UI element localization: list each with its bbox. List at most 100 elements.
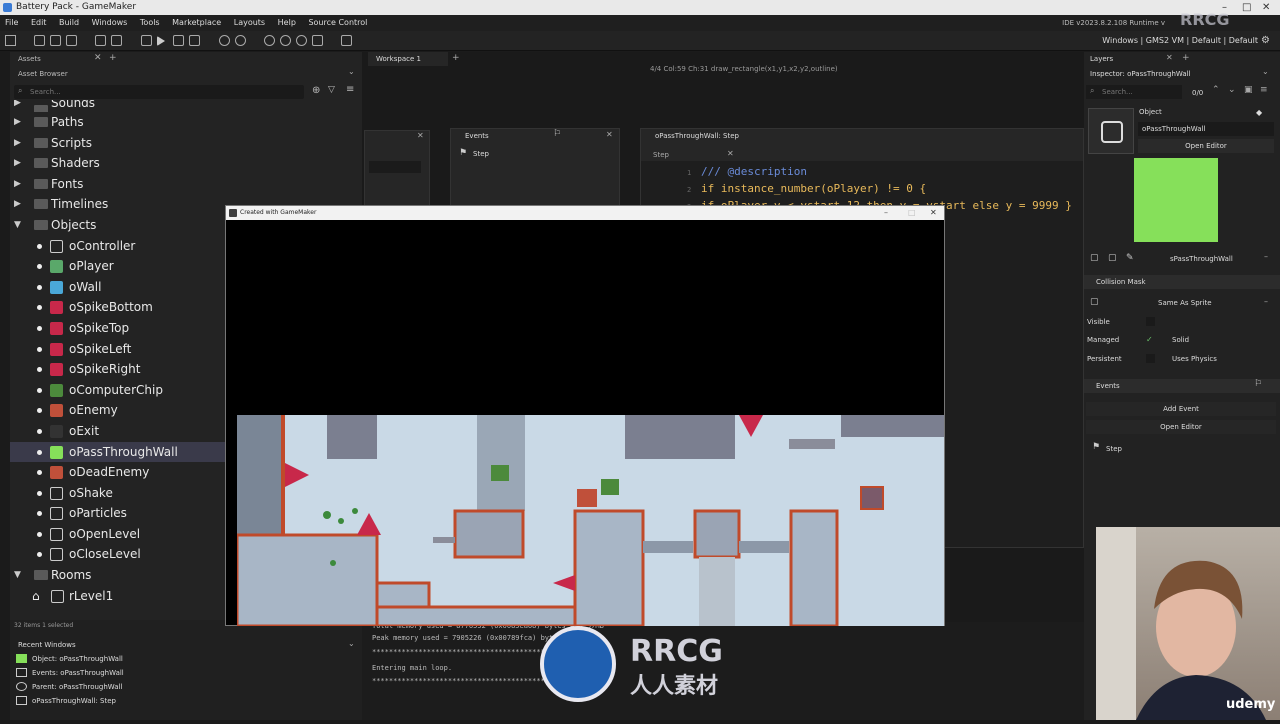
filter-icon[interactable]: ▽ — [328, 85, 335, 95]
menu-build[interactable]: Build — [59, 18, 79, 27]
menu-source-control[interactable]: Source Control — [308, 18, 367, 27]
tree-item[interactable]: oEnemy — [10, 400, 225, 421]
game-window-titlebar[interactable]: Created with GameMaker – □ ✕ — [226, 206, 944, 220]
game-window[interactable]: Created with GameMaker – □ ✕ — [225, 205, 945, 626]
tree-item[interactable]: oParticles — [10, 503, 225, 524]
sprite-menu-icon[interactable]: – — [1264, 252, 1268, 261]
clean-icon[interactable] — [189, 35, 200, 46]
add-workspace-icon[interactable]: + — [452, 53, 460, 63]
expand-down-icon[interactable]: ▼ — [14, 215, 21, 235]
recent-item[interactable]: Events: oPassThroughWall — [32, 669, 124, 677]
chevron-up-icon[interactable]: ⌃ — [1212, 85, 1220, 95]
target-icon[interactable] — [219, 35, 230, 46]
expand-right-icon[interactable]: ▶ — [14, 112, 21, 132]
maximize-button[interactable]: □ — [1242, 0, 1251, 15]
tree-item[interactable]: oCloseLevel — [10, 544, 225, 565]
recent-item[interactable]: oPassThroughWall: Step — [32, 697, 116, 705]
save-icon[interactable] — [66, 35, 77, 46]
chevron-down-icon[interactable]: ⌄ — [1228, 85, 1236, 95]
inspector-search-field[interactable]: ⌕ Search... — [1086, 85, 1182, 99]
sprite-new-icon[interactable]: ▢ — [1108, 253, 1117, 263]
open-editor-button[interactable]: Open Editor — [1138, 139, 1274, 153]
add-tab-icon[interactable]: + — [109, 53, 117, 63]
lock-icon[interactable]: ▣ — [1244, 85, 1253, 95]
event-step[interactable]: Step — [473, 150, 489, 158]
sprite-edit-icon[interactable]: ▢ — [1090, 253, 1099, 263]
tree-item[interactable]: oPassThroughWall — [10, 441, 225, 463]
expand-right-icon[interactable]: ▶ — [14, 153, 21, 173]
tree-item[interactable]: oSpikeBottom — [10, 297, 225, 318]
brush-icon[interactable]: ✎ — [1126, 253, 1134, 263]
minimize-button[interactable]: – — [884, 206, 888, 220]
visible-checkbox[interactable] — [1146, 317, 1155, 326]
expand-right-icon[interactable]: ▶ — [14, 174, 21, 194]
run-icon[interactable] — [157, 36, 165, 46]
event-step[interactable]: Step — [1106, 445, 1122, 453]
gear-icon[interactable]: ⚙ — [1261, 35, 1270, 46]
tree-item[interactable]: oWall — [10, 277, 225, 298]
persistent-checkbox[interactable] — [1146, 354, 1155, 363]
expand-right-icon[interactable]: ▶ — [14, 133, 21, 153]
create-executable-icon[interactable] — [95, 35, 106, 46]
tree-item[interactable]: oOpenLevel — [10, 524, 225, 545]
window-icon[interactable] — [341, 35, 352, 46]
menu-marketplace[interactable]: Marketplace — [172, 18, 221, 27]
expand-right-icon[interactable]: ▶ — [14, 100, 21, 108]
tree-item[interactable]: ▶ Fonts — [10, 174, 225, 195]
home-icon[interactable] — [5, 35, 16, 46]
assets-tab[interactable]: Assets — [18, 55, 41, 63]
tree-item[interactable]: oComputerChip — [10, 380, 225, 401]
close-icon[interactable]: ✕ — [94, 53, 102, 63]
zoom-out-icon[interactable] — [280, 35, 291, 46]
tree-item[interactable]: ▶ Shaders — [10, 153, 225, 174]
tree-item[interactable]: oController — [10, 236, 225, 257]
tree-item[interactable]: oSpikeRight — [10, 359, 225, 380]
menu-tools[interactable]: Tools — [140, 18, 160, 27]
open-editor-button[interactable]: Open Editor — [1086, 420, 1276, 434]
step-tab[interactable]: Step — [653, 151, 669, 159]
mask-menu-icon[interactable]: – — [1264, 297, 1268, 306]
tree-item[interactable]: ⌂ rLevel1 — [10, 586, 225, 607]
target-config[interactable]: Windows | GMS2 VM | Default | Default — [1102, 36, 1258, 45]
tree-item[interactable]: ▶ Timelines — [10, 194, 225, 215]
new-project-icon[interactable] — [34, 35, 45, 46]
tree-item[interactable]: ▼ Objects — [10, 215, 225, 236]
menu-windows[interactable]: Windows — [92, 18, 128, 27]
add-asset-icon[interactable]: ⊕ — [312, 85, 320, 96]
menu-help[interactable]: Help — [278, 18, 296, 27]
zoom-reset-icon[interactable] — [296, 35, 307, 46]
chevron-down-icon[interactable]: ⌄ — [348, 67, 355, 76]
close-icon[interactable]: ✕ — [727, 149, 734, 158]
menu-file[interactable]: File — [5, 18, 18, 27]
tag-icon[interactable]: ◆ — [1256, 108, 1262, 117]
tree-item[interactable]: oExit — [10, 421, 225, 442]
recent-item[interactable]: Parent: oPassThroughWall — [32, 683, 122, 691]
mask-edit-icon[interactable]: ▢ — [1090, 297, 1099, 307]
tree-item[interactable]: ▶ Scripts — [10, 133, 225, 154]
grid-icon[interactable] — [312, 35, 323, 46]
chevron-down-icon[interactable]: ⌄ — [348, 639, 355, 648]
events-section[interactable]: Events — [1084, 379, 1280, 393]
menu-icon[interactable]: ≡ — [1260, 85, 1268, 95]
layers-tab[interactable]: Layers — [1090, 55, 1113, 63]
close-icon[interactable]: ✕ — [1166, 53, 1173, 62]
package-icon[interactable] — [111, 35, 122, 46]
asset-search-field[interactable]: ⌕ Search... — [14, 85, 304, 99]
recent-item[interactable]: Object: oPassThroughWall — [32, 655, 123, 663]
add-event-button[interactable]: Add Event — [1086, 402, 1276, 416]
tree-item[interactable]: oSpikeLeft — [10, 339, 225, 360]
sprite-name[interactable]: sPassThroughWall — [1170, 255, 1233, 263]
name-field[interactable] — [369, 161, 421, 173]
stop-icon[interactable] — [173, 35, 184, 46]
close-button[interactable]: ✕ — [1262, 0, 1270, 15]
debug-icon[interactable] — [141, 35, 152, 46]
open-project-icon[interactable] — [50, 35, 61, 46]
tree-item[interactable]: ▶ Sounds — [10, 100, 225, 112]
collision-mask-section[interactable]: Collision Mask — [1084, 275, 1280, 289]
close-icon[interactable]: ✕ — [417, 131, 424, 140]
tree-item[interactable]: ▶ Paths — [10, 112, 225, 133]
expand-right-icon[interactable]: ▶ — [14, 194, 21, 214]
tree-item[interactable]: oPlayer — [10, 256, 225, 277]
object-name-field[interactable]: oPassThroughWall — [1138, 122, 1274, 136]
add-tab-icon[interactable]: + — [1182, 53, 1190, 63]
